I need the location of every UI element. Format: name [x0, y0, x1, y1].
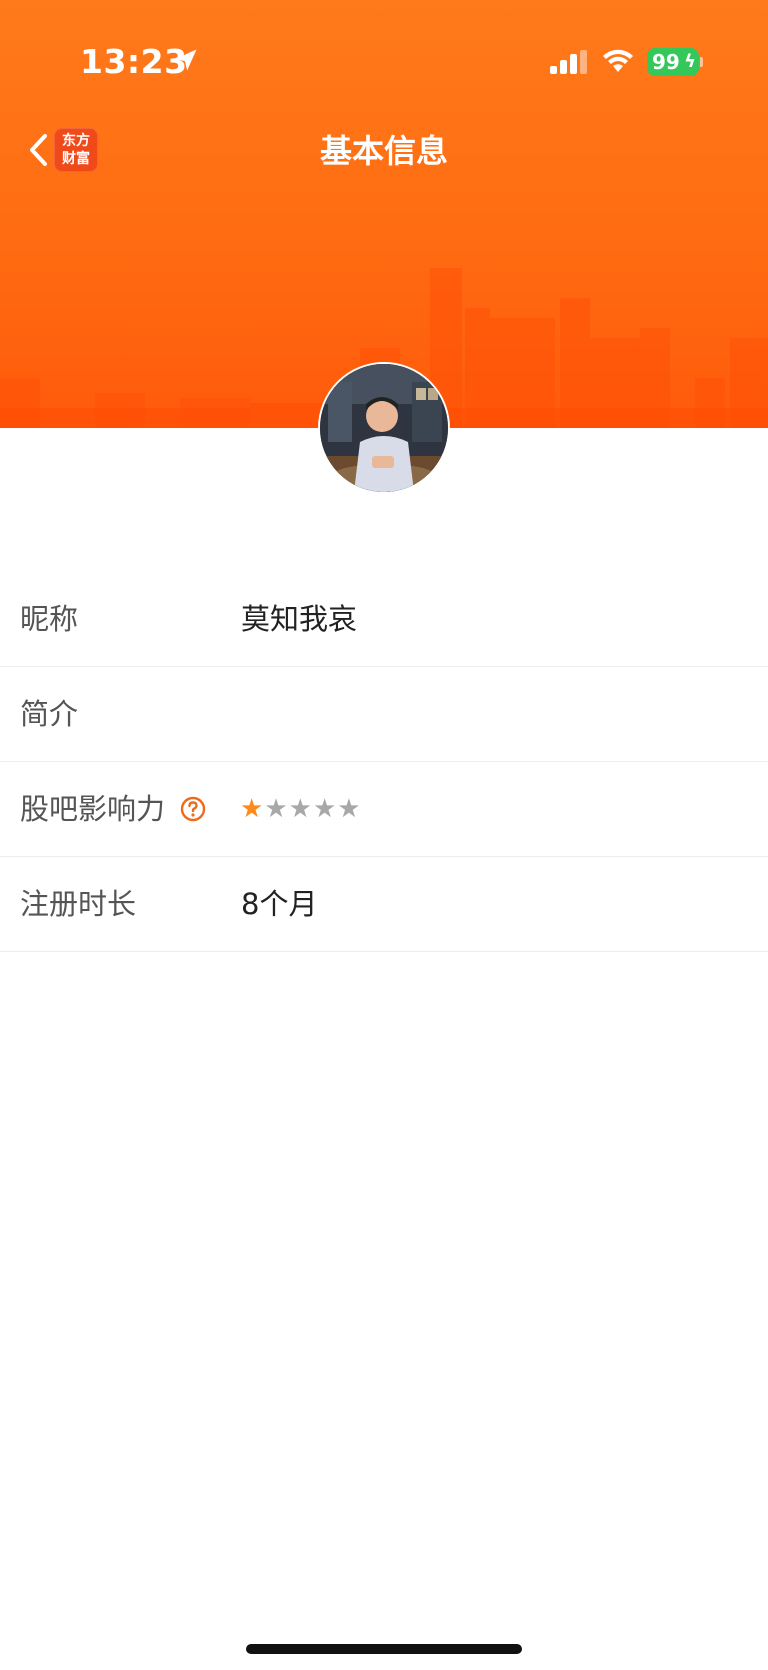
charging-bolt-icon: ϟ — [684, 51, 696, 72]
battery-cap — [700, 57, 703, 67]
wifi-icon — [603, 49, 633, 72]
battery-indicator: 99 ϟ — [647, 48, 699, 76]
status-bar: 13:23 99 ϟ — [0, 0, 768, 110]
avatar[interactable] — [318, 362, 450, 494]
profile-basic-info-screen: 13:23 99 ϟ 东方 财富 基本信息 昵称 莫知我哀 简介 股吧影响力 ★… — [0, 0, 768, 1670]
battery-level: 99 — [652, 50, 680, 74]
help-question-icon[interactable] — [180, 796, 206, 822]
row-label-bio: 简介 — [20, 697, 79, 731]
page-title: 基本信息 — [319, 132, 448, 170]
row-registration-duration[interactable]: 注册时长 8个月 — [0, 857, 768, 952]
row-nickname[interactable]: 昵称 莫知我哀 — [0, 572, 768, 667]
avatar-photo — [320, 364, 448, 492]
star-empty-icon: ★ — [337, 794, 362, 824]
profile-info-list: 昵称 莫知我哀 简介 股吧影响力 ★★★★★ 注册时长 8个月 — [0, 572, 768, 952]
home-indicator — [246, 1644, 522, 1654]
star-empty-icon: ★ — [264, 794, 289, 824]
location-arrow-icon — [175, 49, 197, 71]
row-value-registration: 8个月 — [241, 887, 318, 921]
row-value-nickname: 莫知我哀 — [241, 602, 358, 636]
cellular-signal-icon — [550, 50, 587, 74]
row-bio[interactable]: 简介 — [0, 667, 768, 762]
influence-star-rating: ★★★★★ — [240, 762, 362, 856]
row-label-registration: 注册时长 — [20, 887, 137, 921]
star-empty-icon: ★ — [312, 794, 338, 824]
star-empty-icon: ★ — [288, 794, 313, 824]
star-filled-icon: ★ — [240, 794, 265, 824]
row-label-nickname: 昵称 — [20, 602, 79, 636]
row-influence[interactable]: 股吧影响力 ★★★★★ — [0, 762, 768, 857]
row-label-influence: 股吧影响力 — [20, 792, 166, 826]
